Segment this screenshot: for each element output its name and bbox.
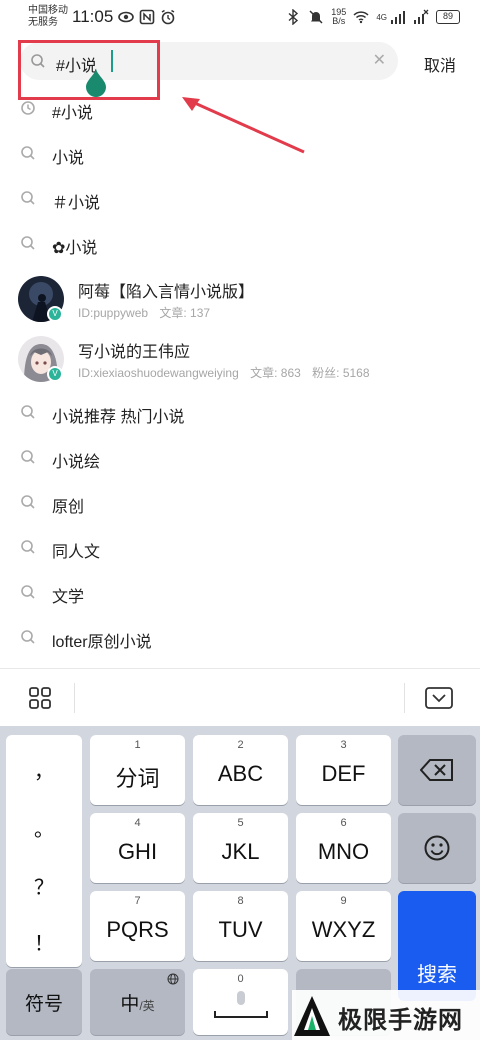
search-icon xyxy=(21,191,35,205)
key-4[interactable]: 4 GHI xyxy=(90,813,185,883)
space-key[interactable]: 0 xyxy=(193,969,288,1035)
signal-icon xyxy=(391,11,405,24)
user-meta: ID:puppyweb 文章: 137 xyxy=(78,304,218,321)
punct-key-exclaim[interactable]: ！ xyxy=(6,927,82,956)
key-9[interactable]: 9 WXYZ xyxy=(296,891,391,961)
watermark-logo-icon xyxy=(294,996,330,1036)
user-meta: ID:xiexiaoshuodewangweiying 文章: 863 粉丝: … xyxy=(78,364,378,381)
wifi-icon xyxy=(353,11,369,24)
language-switch-key[interactable]: 中/英 xyxy=(90,969,185,1035)
search-icon xyxy=(21,585,35,599)
user-article-count: 文章: 863 xyxy=(250,366,301,380)
search-icon xyxy=(21,146,35,160)
backspace-button[interactable] xyxy=(398,735,476,805)
punct-key-period[interactable]: 。 xyxy=(6,813,82,842)
mute-icon xyxy=(309,10,323,24)
emoji-button[interactable] xyxy=(398,813,476,883)
carrier-status: 无服务 xyxy=(28,17,58,28)
watermark: 极限手游网 xyxy=(292,990,480,1040)
watermark-text: 极限手游网 xyxy=(338,1007,463,1034)
user-id: ID:puppyweb xyxy=(78,306,149,320)
emoji-icon xyxy=(424,835,450,861)
suggestion-item[interactable]: lofter原创小说 xyxy=(0,615,480,660)
suggestion-text: 小说绘 xyxy=(52,454,101,471)
suggestion-text: 同人文 xyxy=(52,544,101,561)
clear-icon[interactable]: ✕ xyxy=(373,52,386,70)
status-bar: 中国移动 无服务 11:05 195 B/s 4G 89 xyxy=(0,0,480,36)
verified-icon: V xyxy=(47,366,63,382)
search-icon xyxy=(21,495,35,509)
clock-icon xyxy=(21,101,35,115)
key-5[interactable]: 5 JKL xyxy=(193,813,288,883)
suggestion-item[interactable]: ＃小说 xyxy=(0,176,480,221)
key-7[interactable]: 7 PQRS xyxy=(90,891,185,961)
key-8[interactable]: 8 TUV xyxy=(193,891,288,961)
suggestion-item[interactable]: 小说 xyxy=(0,131,480,176)
suggestion-text: lofter原创小说 xyxy=(52,634,152,651)
key-3[interactable]: 3 DEF xyxy=(296,735,391,805)
user-result-item[interactable]: V 写小说的王伟应 ID:xiexiaoshuodewangweiying 文章… xyxy=(0,330,480,390)
suggestion-text: ✿小说 xyxy=(52,240,98,257)
punct-key-comma[interactable]: ， xyxy=(6,755,82,784)
suggestion-item[interactable]: 文学 xyxy=(0,570,480,615)
suggestion-text: 原创 xyxy=(52,499,85,516)
eye-icon xyxy=(118,11,134,23)
verified-icon: V xyxy=(47,306,63,322)
search-icon xyxy=(21,630,35,644)
keyboard-toolbar xyxy=(0,668,480,726)
user-article-count: 文章: 137 xyxy=(159,306,211,320)
user-name: 写小说的王伟应 xyxy=(78,344,191,361)
key-1[interactable]: 1 分词 xyxy=(90,735,185,805)
apps-grid-icon[interactable] xyxy=(28,686,52,710)
backspace-icon xyxy=(420,759,453,781)
search-icon xyxy=(21,540,35,554)
bluetooth-icon xyxy=(288,9,299,25)
network-type: 4G xyxy=(376,12,387,22)
nfc-icon xyxy=(139,9,155,25)
battery-indicator: 89 xyxy=(436,10,460,24)
suggestion-item[interactable]: 小说绘 xyxy=(0,435,480,480)
suggestion-text: 文学 xyxy=(52,589,85,606)
user-fans-count: 粉丝: 5168 xyxy=(312,366,370,380)
suggestion-text: 小说推荐 热门小说 xyxy=(52,409,185,426)
suggestion-item[interactable]: 原创 xyxy=(0,480,480,525)
suggestion-item[interactable]: 同人文 xyxy=(0,525,480,570)
user-id: ID:xiexiaoshuodewangweiying xyxy=(78,366,239,380)
key-6[interactable]: 6 MNO xyxy=(296,813,391,883)
user-result-item[interactable]: V 阿莓【陷入言情小说版】 ID:puppyweb 文章: 137 xyxy=(0,270,480,330)
alarm-icon xyxy=(161,9,175,25)
suggestion-text: 小说 xyxy=(52,150,85,167)
clock: 11:05 xyxy=(72,7,114,26)
search-icon xyxy=(21,236,35,250)
toolbar-divider xyxy=(404,683,405,713)
search-icon xyxy=(21,405,35,419)
hide-keyboard-icon[interactable] xyxy=(424,686,454,710)
punct-key-question[interactable]: ？ xyxy=(6,871,82,900)
suggestion-item[interactable]: ✿小说 xyxy=(0,221,480,266)
user-name: 阿莓【陷入言情小说版】 xyxy=(78,284,255,301)
carrier-info: 中国移动 无服务 xyxy=(28,5,68,29)
punctuation-column[interactable]: ， 。 ？ ！ xyxy=(6,735,82,967)
suggestion-text: #小说 xyxy=(52,105,93,122)
lang-main: 中 xyxy=(120,994,140,1015)
key-2[interactable]: 2 ABC xyxy=(193,735,288,805)
cancel-button[interactable]: 取消 xyxy=(424,52,456,76)
history-item[interactable]: #小说 xyxy=(0,86,480,131)
no-sim-signal-icon xyxy=(414,9,429,24)
toolbar-divider xyxy=(74,683,75,713)
symbols-key[interactable]: 符号 xyxy=(6,969,82,1035)
globe-icon xyxy=(167,973,179,985)
net-speed: 195 B/s xyxy=(331,7,347,26)
lang-sub: /英 xyxy=(139,999,155,1013)
search-icon xyxy=(21,450,35,464)
microphone-icon xyxy=(214,991,268,1018)
search-key[interactable]: 搜索 xyxy=(398,891,476,1001)
suggestion-text: ＃小说 xyxy=(52,195,101,212)
carrier-name: 中国移动 xyxy=(28,5,68,16)
suggestion-item[interactable]: 小说推荐 热门小说 xyxy=(0,390,480,435)
